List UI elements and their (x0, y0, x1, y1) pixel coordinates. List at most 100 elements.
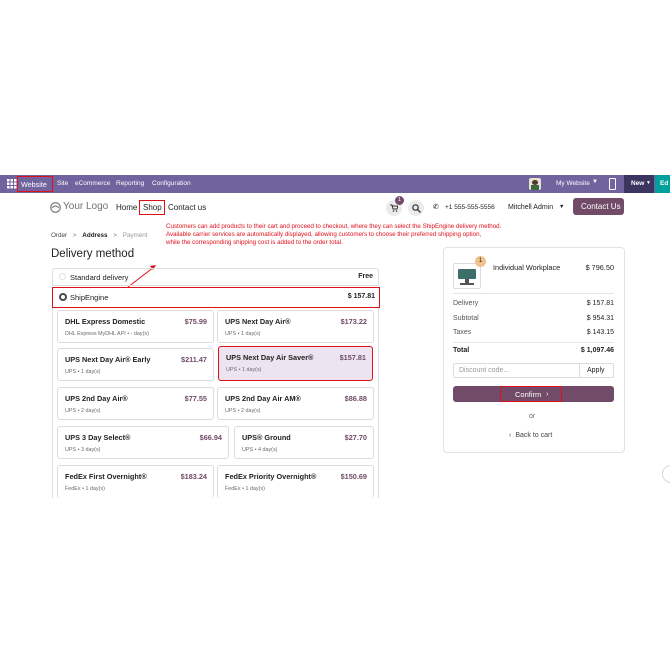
carrier-name: UPS Next Day Air Saver® (226, 353, 314, 362)
floating-action-button[interactable] (662, 465, 670, 483)
logo-text[interactable]: Your Logo (63, 201, 108, 212)
breadcrumb-chevron-icon: > (113, 232, 117, 239)
back-to-cart-link[interactable]: ‹ Back to cart (509, 432, 552, 439)
nav-home[interactable]: Home (116, 203, 137, 212)
carrier-card[interactable]: UPS 3 Day Select® UPS • 3 day(s) $66.94 (57, 426, 229, 459)
discount-group: Discount code... Apply (453, 363, 614, 378)
radio-shipengine[interactable] (59, 293, 67, 301)
total-value: $ 1,097.46 (580, 347, 614, 354)
total-label: Total (453, 347, 470, 354)
menu-configuration[interactable]: Configuration (152, 180, 191, 187)
phone-icon: ✆ (433, 204, 439, 211)
apps-grid-icon[interactable] (7, 179, 17, 189)
carrier-price: $66.94 (199, 433, 222, 442)
breadcrumb-payment: Payment (122, 232, 148, 239)
delivery-value: $ 157.81 (586, 300, 614, 307)
site-header: Your Logo Home Shop Contact us 1 ✆ +1 55… (0, 193, 670, 223)
carrier-name: FedEx First Overnight® (65, 472, 147, 481)
carrier-details: UPS • 1 day(s) (226, 367, 262, 373)
carrier-name: UPS® Ground (242, 433, 291, 442)
confirm-button[interactable]: Confirm › (453, 386, 614, 402)
search-icon (412, 204, 421, 213)
carrier-name: UPS Next Day Air® (225, 317, 291, 326)
user-avatar[interactable] (529, 178, 541, 190)
new-chevron-icon: ▼ (646, 180, 651, 186)
product-price: $ 796.50 (585, 263, 614, 272)
menu-site[interactable]: Site (57, 180, 68, 187)
carrier-price: $183.24 (180, 472, 207, 481)
carrier-card[interactable]: DHL Express Domestic DHL Express MyDHL A… (57, 310, 214, 343)
menu-ecommerce[interactable]: eCommerce (75, 180, 110, 187)
carrier-card[interactable]: UPS Next Day Air® Early UPS • 1 day(s) $… (57, 348, 214, 381)
carrier-details: UPS • 1 day(s) (65, 369, 101, 375)
carrier-name: UPS 2nd Day Air AM® (225, 394, 301, 403)
carrier-price: $157.81 (339, 353, 366, 362)
edit-button[interactable]: Ed (655, 175, 670, 193)
carrier-details: DHL Express MyDHL API • - day(s) (65, 331, 149, 337)
breadcrumb: Order > Address > Payment (51, 232, 148, 239)
chevron-down-icon: ▼ (592, 179, 598, 185)
carrier-price: $173.22 (340, 317, 367, 326)
user-menu[interactable]: Mitchell Admin (508, 204, 553, 211)
apply-button[interactable]: Apply (579, 364, 615, 377)
cart-icon (390, 204, 398, 212)
subtotal-value: $ 954.31 (586, 315, 614, 322)
carrier-details: FedEx • 1 day(s) (225, 486, 265, 492)
cart-count-badge: 1 (395, 196, 404, 205)
carrier-card-selected[interactable]: UPS Next Day Air Saver® UPS • 1 day(s) $… (218, 346, 373, 381)
carrier-name: UPS 2nd Day Air® (65, 394, 128, 403)
carrier-card[interactable]: UPS 2nd Day Air® UPS • 2 day(s) $77.55 (57, 387, 214, 420)
menu-reporting[interactable]: Reporting (116, 180, 144, 187)
delivery-option-label: ShipEngine (70, 293, 109, 302)
app-name[interactable]: Website (21, 180, 47, 189)
breadcrumb-order[interactable]: Order (51, 232, 67, 239)
carrier-price: $211.47 (181, 355, 207, 364)
carrier-card[interactable]: FedEx First Overnight® FedEx • 1 day(s) … (57, 465, 214, 498)
carrier-price: $86.88 (344, 394, 367, 403)
product-thumbnail (453, 263, 481, 289)
subtotal-label: Subtotal (453, 315, 479, 322)
delivery-option-price: Free (358, 273, 373, 280)
delivery-option-standard[interactable]: Standard delivery Free (52, 268, 379, 286)
carrier-details: UPS • 2 day(s) (225, 408, 261, 414)
carrier-card[interactable]: UPS® Ground UPS • 4 day(s) $27.70 (234, 426, 374, 459)
phone-number[interactable]: +1 555-555-5556 (445, 204, 495, 211)
carrier-card[interactable]: FedEx Priority Overnight® FedEx • 1 day(… (217, 465, 374, 498)
carrier-details: FedEx • 1 day(s) (65, 486, 105, 492)
carrier-name: DHL Express Domestic (65, 317, 146, 326)
annotation-line-1: Customers can add products to their cart… (166, 223, 502, 230)
search-button[interactable] (408, 200, 424, 216)
mobile-preview-icon[interactable] (609, 178, 616, 190)
page-title: Delivery method (51, 248, 135, 260)
delivery-option-price: $ 157.81 (347, 293, 375, 300)
product-name[interactable]: Individual Workplace (493, 263, 560, 272)
annotation-line-2: Available carrier services are automatic… (166, 231, 482, 238)
carrier-card[interactable]: UPS 2nd Day Air AM® UPS • 2 day(s) $86.8… (217, 387, 374, 420)
carrier-price: $150.69 (340, 472, 367, 481)
website-selector[interactable]: My Website (556, 180, 590, 187)
carrier-card[interactable]: UPS Next Day Air® UPS • 1 day(s) $173.22 (217, 310, 374, 343)
nav-contact-us[interactable]: Contact us (168, 203, 206, 212)
nav-shop[interactable]: Shop (143, 203, 162, 212)
radio-standard[interactable] (59, 273, 66, 280)
cart-button[interactable]: 1 (386, 196, 404, 216)
carrier-name: UPS Next Day Air® Early (65, 355, 151, 364)
taxes-value: $ 143.15 (586, 329, 614, 336)
carrier-details: UPS • 1 day(s) (225, 331, 261, 337)
discount-code-input[interactable]: Discount code... (459, 367, 509, 374)
divider (453, 293, 614, 294)
user-chevron-icon: ▼ (559, 204, 565, 210)
delivery-option-label: Standard delivery (70, 273, 129, 282)
carrier-name: UPS 3 Day Select® (65, 433, 131, 442)
carrier-details: UPS • 4 day(s) (242, 447, 278, 453)
breadcrumb-address[interactable]: Address (82, 232, 107, 239)
delivery-option-shipengine[interactable]: ShipEngine $ 157.81 (52, 287, 380, 308)
breadcrumb-chevron-icon: > (72, 232, 77, 239)
or-separator: or (529, 413, 536, 420)
new-button[interactable]: New ▼ (624, 175, 654, 193)
carrier-name: FedEx Priority Overnight® (225, 472, 317, 481)
chevron-left-icon: ‹ (509, 432, 512, 439)
carrier-price: $77.55 (184, 394, 207, 403)
carrier-price: $27.70 (344, 433, 367, 442)
contact-us-button[interactable]: Contact Us (573, 198, 624, 215)
